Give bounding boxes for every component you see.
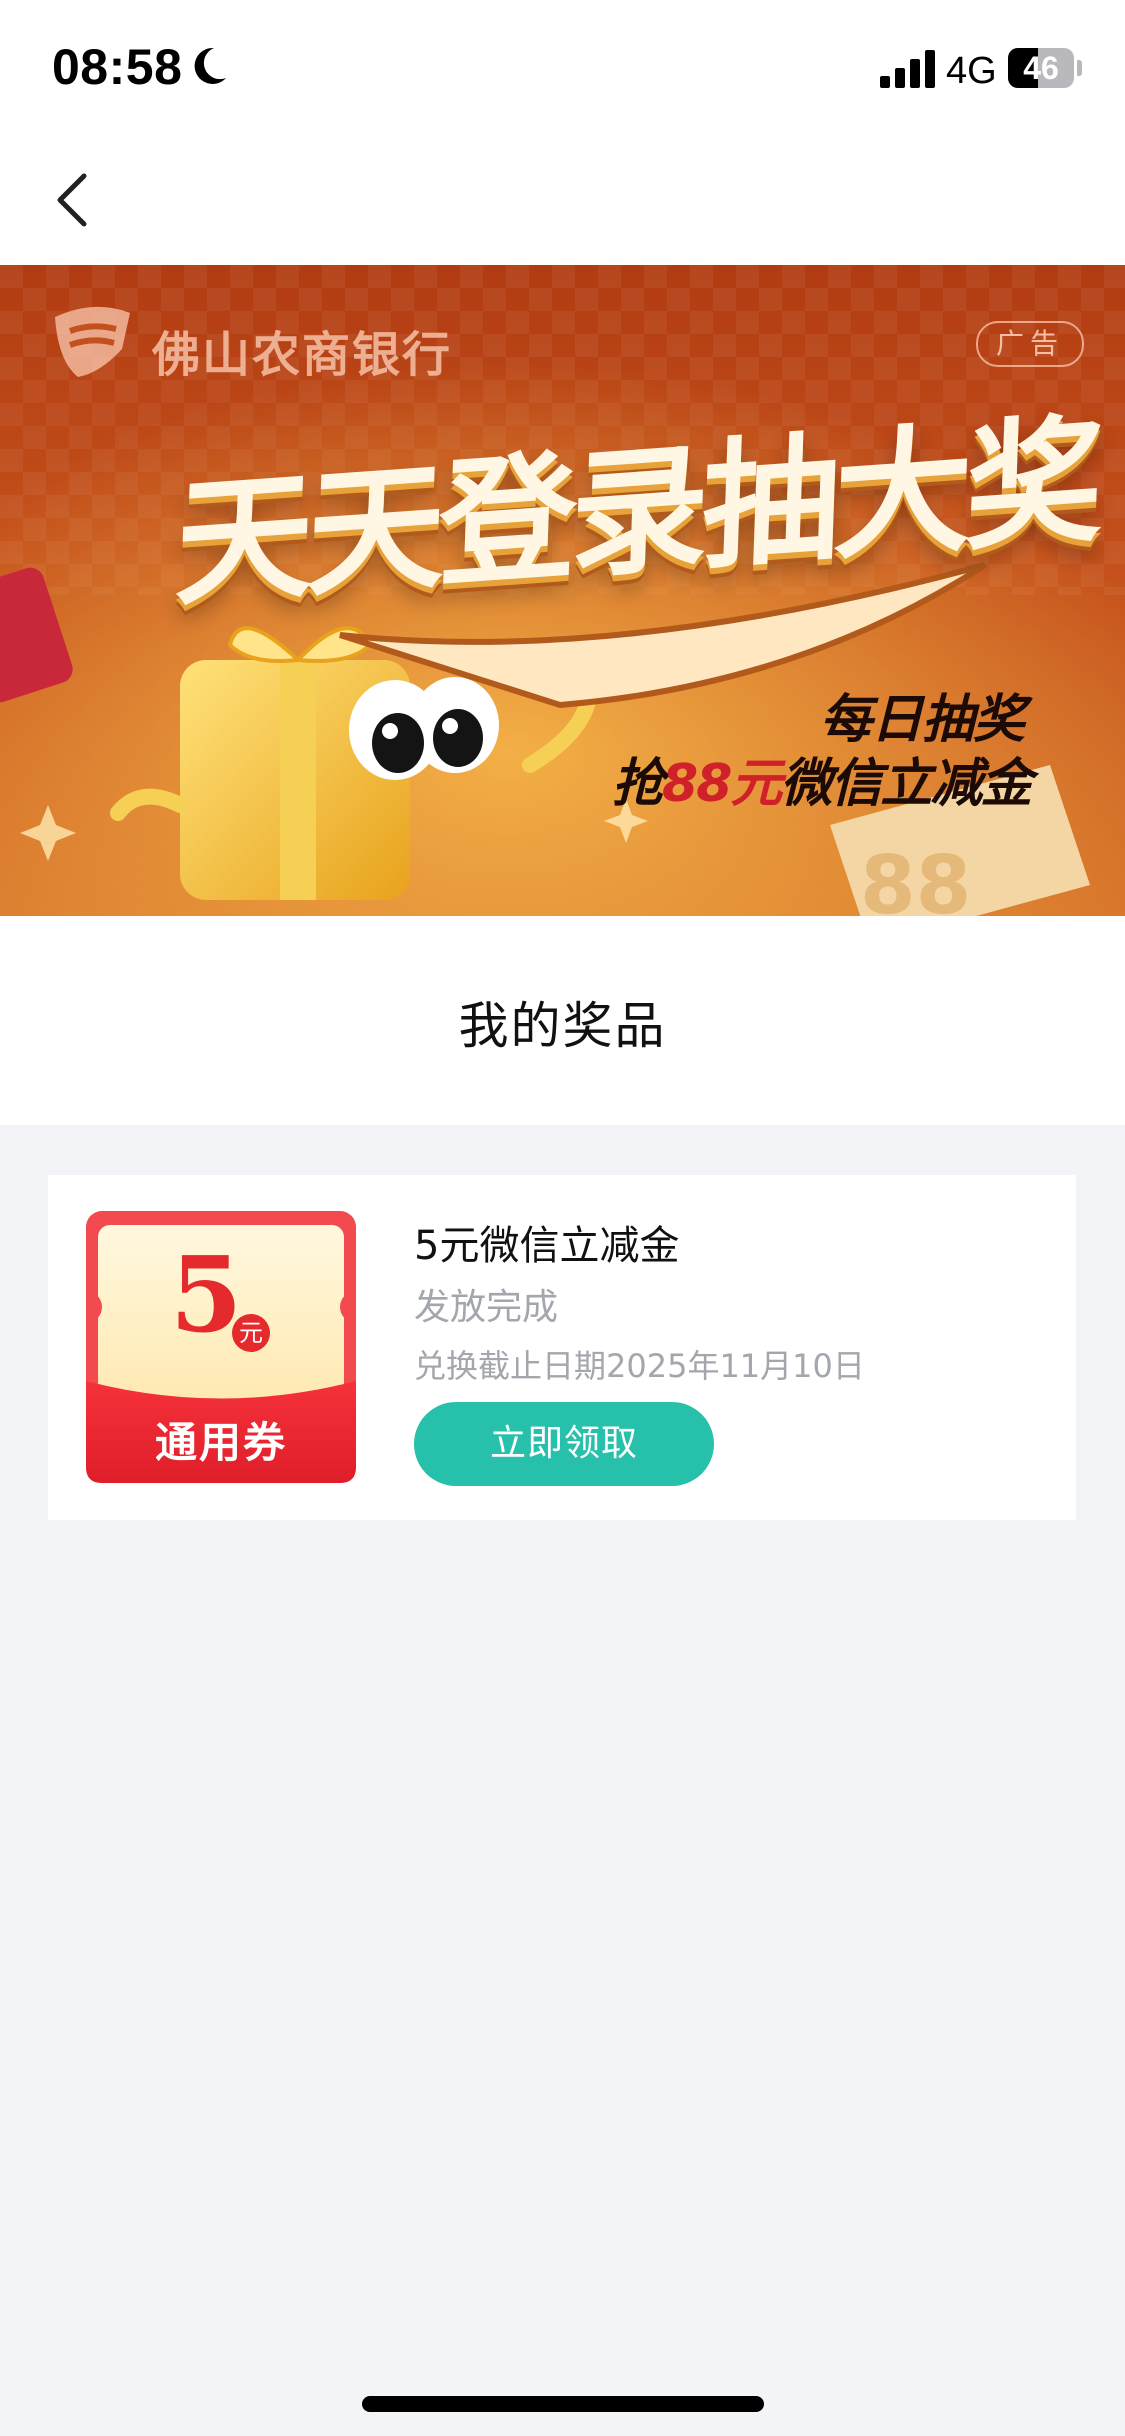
battery-percent: 46 bbox=[1023, 50, 1059, 86]
back-button[interactable] bbox=[40, 160, 110, 240]
banner-subline-2-amount: 88元 bbox=[662, 754, 782, 814]
battery-icon: 46 bbox=[1008, 48, 1074, 88]
prize-status: 发放完成 bbox=[414, 1287, 559, 1328]
claim-now-button[interactable]: 立即领取 bbox=[414, 1402, 714, 1486]
network-type: 4G bbox=[946, 50, 997, 92]
coupon-value: 5 bbox=[170, 1233, 243, 1356]
status-bar: 08:58 4G 46 bbox=[0, 0, 1125, 132]
page-title: 我的奖品 bbox=[458, 997, 667, 1055]
coupon-label: 通用券 bbox=[154, 1418, 287, 1467]
ad-badge: 广告 bbox=[976, 321, 1084, 367]
coupon-image: 5 元 通用券 bbox=[70, 1211, 372, 1483]
banner-subline-2-suffix: 微信立减金 bbox=[780, 754, 1032, 814]
status-time: 08:58 bbox=[52, 39, 183, 95]
battery-nub bbox=[1077, 60, 1082, 76]
moon-icon bbox=[194, 47, 226, 84]
coupon-unit: 元 bbox=[232, 1314, 270, 1352]
chevron-left-icon bbox=[57, 173, 87, 227]
bank-name: 佛山农商银行 bbox=[152, 327, 453, 383]
promo-banner[interactable]: 88 佛山农商银行 广告 天天登录抽大奖 每日抽奖 抢88元微信立减金 bbox=[0, 265, 1125, 916]
banner-subline-2-prefix: 抢 bbox=[612, 754, 664, 814]
prize-deadline: 兑换截止日期2025年11月10日 bbox=[414, 1347, 865, 1385]
prize-title: 5元微信立减金 bbox=[414, 1223, 680, 1269]
banner-subline-2: 抢88元微信立减金 bbox=[612, 741, 1032, 816]
nav-bar bbox=[0, 132, 1125, 265]
svg-text:88: 88 bbox=[860, 839, 971, 916]
home-indicator[interactable] bbox=[362, 2396, 764, 2412]
prize-card: 5 元 通用券 5元微信立减金 发放完成 兑换截止日期2025年11月10日 立… bbox=[48, 1175, 1076, 1520]
section-header: 我的奖品 bbox=[0, 916, 1125, 1125]
cellular-signal-icon bbox=[880, 50, 935, 88]
